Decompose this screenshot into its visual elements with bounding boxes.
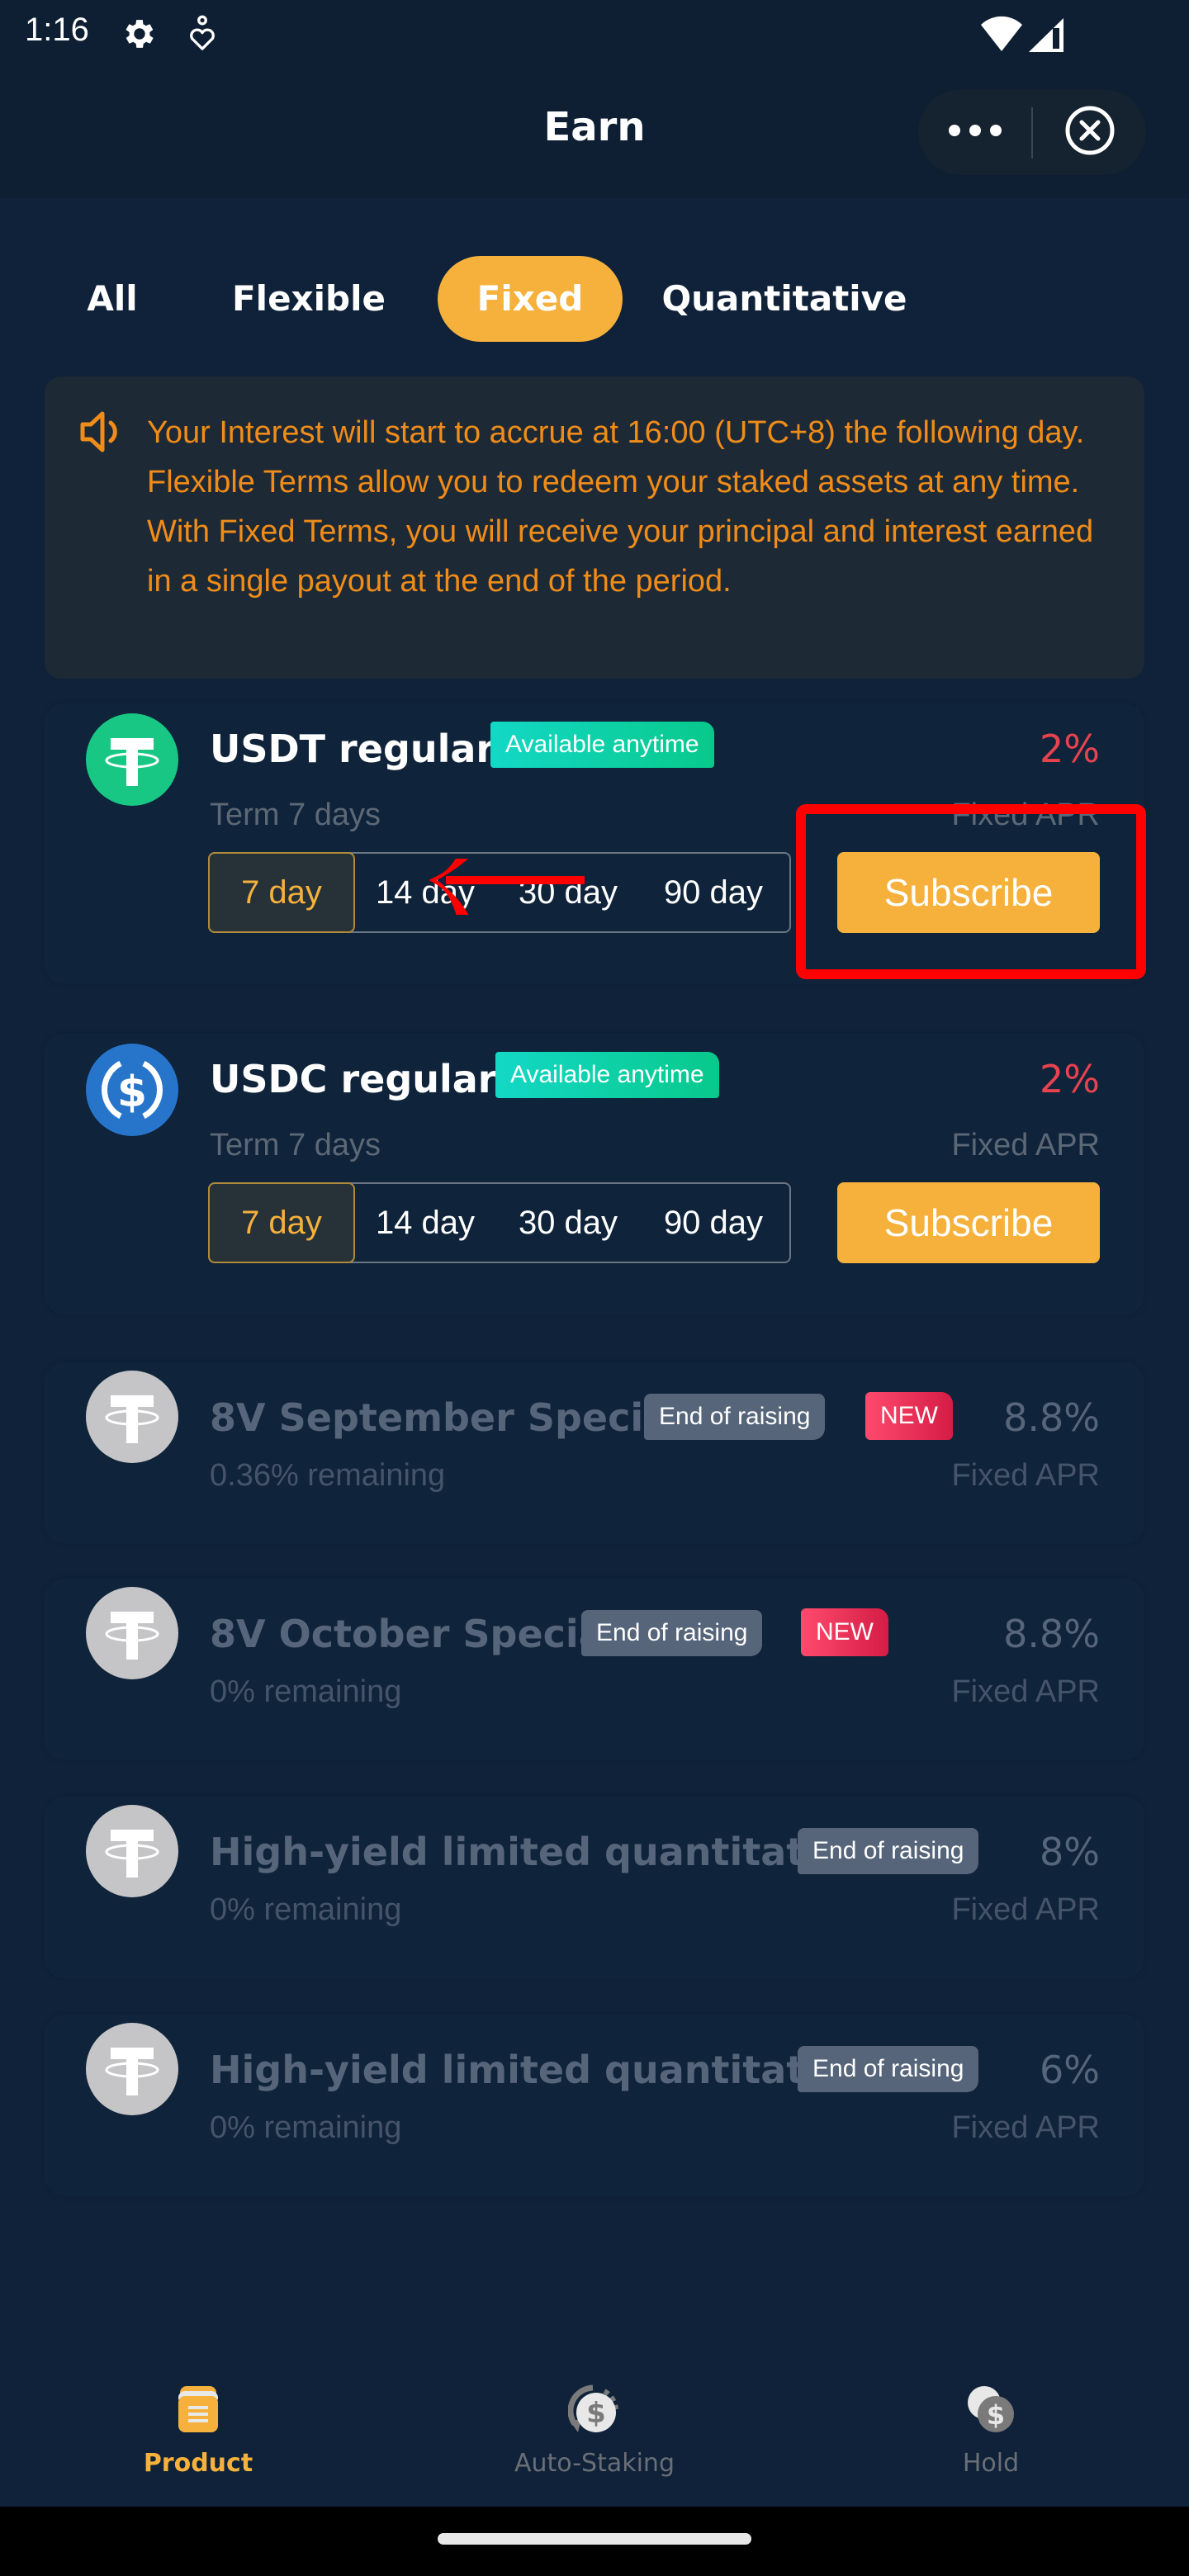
product-title: 8V October Special xyxy=(210,1612,618,1656)
term-option-14-day[interactable]: 14 day xyxy=(355,1184,495,1262)
apr-label: Fixed APR xyxy=(951,798,1100,832)
apr-value: 2% xyxy=(1040,727,1100,771)
close-button[interactable] xyxy=(1033,89,1146,175)
subscribe-button[interactable]: Subscribe xyxy=(837,1182,1100,1263)
product-card-8v-october[interactable]: 8V October Special End of raising NEW 8.… xyxy=(45,1579,1144,1760)
app-header: Earn xyxy=(0,69,1189,198)
product-title: High-yield limited quantitati... xyxy=(210,1830,861,1874)
usdc-coin-icon: $ xyxy=(86,1044,178,1136)
new-badge: NEW xyxy=(865,1392,953,1440)
usdt-coin-gray-icon xyxy=(86,2023,178,2115)
product-card-high-yield-2[interactable]: High-yield limited quantitati... End of … xyxy=(45,2015,1144,2196)
available-badge: Available anytime xyxy=(495,1052,719,1098)
apr-label: Fixed APR xyxy=(951,2110,1100,2145)
apr-value: 2% xyxy=(1040,1057,1100,1101)
more-horizontal-icon xyxy=(946,122,1004,142)
product-title: 8V September Special xyxy=(210,1395,682,1440)
term-option-30-day[interactable]: 30 day xyxy=(495,854,641,931)
end-of-raising-badge: End of raising xyxy=(798,1828,979,1874)
apr-label: Fixed APR xyxy=(951,1128,1100,1163)
hold-coins-icon: $ xyxy=(966,2384,1016,2439)
status-bar: 1:16 xyxy=(0,0,1189,69)
notice-text: Your Interest will start to accrue at 16… xyxy=(147,415,1094,599)
svg-text:$: $ xyxy=(117,1068,147,1117)
nav-hold[interactable]: $ Hold xyxy=(793,2361,1189,2507)
tab-fixed[interactable]: Fixed xyxy=(438,256,623,342)
bottom-nav: Product $ Auto-Staking $ Hold xyxy=(0,2361,1189,2507)
apr-label: Fixed APR xyxy=(951,1892,1100,1927)
usdt-coin-icon xyxy=(86,713,178,806)
nav-label: Hold xyxy=(962,2449,1020,2478)
more-button[interactable] xyxy=(918,89,1031,175)
tab-flexible[interactable]: Flexible xyxy=(218,256,400,342)
end-of-raising-badge: End of raising xyxy=(798,2046,979,2092)
term-option-90-day[interactable]: 90 day xyxy=(641,854,786,931)
speaker-icon xyxy=(78,410,121,457)
nav-label: Product xyxy=(143,2449,253,2478)
term-option-90-day[interactable]: 90 day xyxy=(641,1184,786,1262)
remaining-label: 0% remaining xyxy=(210,2110,402,2145)
remaining-label: 0% remaining xyxy=(210,1674,402,1709)
home-indicator[interactable] xyxy=(438,2533,751,2545)
apr-label: Fixed APR xyxy=(951,1674,1100,1709)
auto-staking-coin-icon: $ xyxy=(567,2384,621,2442)
end-of-raising-badge: End of raising xyxy=(644,1394,826,1440)
term-label: Term 7 days xyxy=(210,798,381,832)
nav-auto-staking[interactable]: $ Auto-Staking xyxy=(396,2361,793,2507)
product-title: High-yield limited quantitati... xyxy=(210,2048,861,2092)
subscribe-button[interactable]: Subscribe xyxy=(837,852,1100,933)
product-title: USDT regular xyxy=(210,727,495,771)
nav-product[interactable]: Product xyxy=(0,2361,396,2507)
apr-value: 8% xyxy=(1040,1830,1100,1874)
term-label: Term 7 days xyxy=(210,1128,381,1163)
remaining-label: 0% remaining xyxy=(210,1892,402,1927)
tab-all[interactable]: All xyxy=(69,256,155,342)
apr-value: 8.8% xyxy=(1003,1612,1100,1656)
product-card-usdc-regular[interactable]: $ USDC regular Available anytime 2% Term… xyxy=(45,1034,1144,1314)
term-option-30-day[interactable]: 30 day xyxy=(495,1184,641,1262)
term-selector: 7 day 14 day 30 day 90 day xyxy=(208,1182,791,1263)
product-card-8v-september[interactable]: 8V September Special End of raising NEW … xyxy=(45,1362,1144,1544)
header-actions xyxy=(918,89,1146,175)
available-badge: Available anytime xyxy=(490,722,714,768)
remaining-label: 0.36% remaining xyxy=(210,1458,446,1493)
apr-label: Fixed APR xyxy=(951,1458,1100,1493)
category-tabs: All Flexible Fixed Quantitative xyxy=(0,256,1189,342)
usdt-coin-gray-icon xyxy=(86,1587,178,1679)
apr-value: 8.8% xyxy=(1003,1395,1100,1440)
accessibility-icon xyxy=(188,15,216,56)
nav-label: Auto-Staking xyxy=(514,2449,675,2478)
product-card-high-yield-1[interactable]: High-yield limited quantitati... End of … xyxy=(45,1797,1144,1978)
signal-icon xyxy=(1027,17,1065,56)
usdt-coin-gray-icon xyxy=(86,1805,178,1897)
apr-value: 6% xyxy=(1040,2048,1100,2092)
term-selector: 7 day 14 day 30 day 90 day xyxy=(208,852,791,933)
product-folder-icon xyxy=(177,2384,220,2437)
svg-text:$: $ xyxy=(987,2399,1005,2431)
product-title: USDC regular xyxy=(210,1057,497,1101)
tab-quantitative[interactable]: Quantitative xyxy=(661,256,908,342)
product-card-usdt-regular[interactable]: USDT regular Available anytime 2% Term 7… xyxy=(45,703,1144,984)
notice-banner: Your Interest will start to accrue at 16… xyxy=(45,376,1144,679)
term-option-14-day[interactable]: 14 day xyxy=(355,854,495,931)
status-time: 1:16 xyxy=(25,12,89,48)
settings-icon xyxy=(121,15,159,56)
usdt-coin-gray-icon xyxy=(86,1371,178,1463)
system-gesture-bar xyxy=(0,2507,1189,2576)
wifi-icon xyxy=(979,15,1024,56)
svg-text:$: $ xyxy=(586,2397,606,2430)
new-badge: NEW xyxy=(801,1608,888,1656)
term-option-7-day[interactable]: 7 day xyxy=(208,852,355,933)
term-option-7-day[interactable]: 7 day xyxy=(208,1182,355,1263)
end-of-raising-badge: End of raising xyxy=(581,1610,763,1656)
close-circle-icon xyxy=(1064,105,1116,159)
